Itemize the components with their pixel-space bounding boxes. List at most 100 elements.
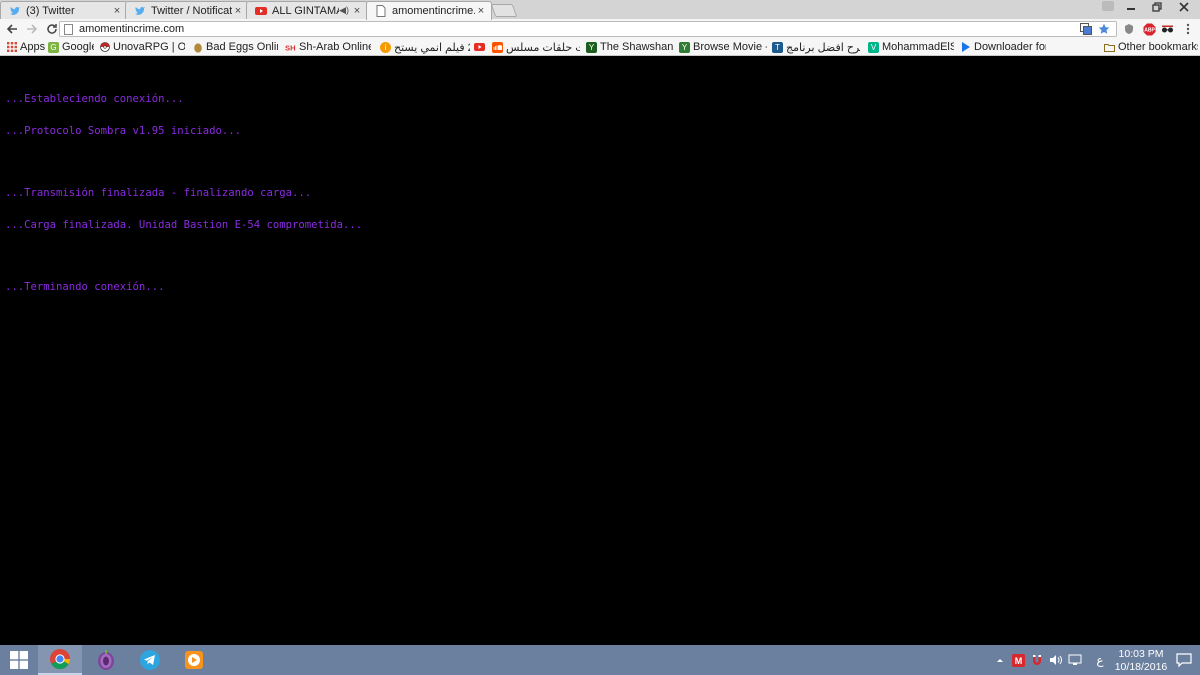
svg-text:SH: SH (285, 43, 296, 52)
soundcloud-icon (492, 41, 503, 53)
bookmark-star-icon[interactable] (1098, 23, 1110, 35)
tray-mega[interactable]: M (1010, 645, 1026, 675)
svg-text:M: M (1014, 656, 1022, 666)
tag-blue-icon: T (772, 41, 783, 53)
bookmark-youtube[interactable] (474, 40, 488, 54)
twitter-bird-icon (134, 5, 146, 17)
magnet-icon (1033, 654, 1041, 665)
clock-date: 10/18/2016 (1114, 661, 1168, 673)
bookmark-label: Browse Movie - Y (693, 41, 767, 53)
back-button[interactable] (3, 20, 21, 38)
maximize-button[interactable] (1144, 0, 1170, 14)
action-center-button[interactable] (1176, 652, 1192, 668)
play-arrow-icon (960, 42, 971, 53)
bookmark-label: Sh-Arab Online M (299, 41, 371, 53)
bookmark-downloader[interactable]: Downloader for S (960, 40, 1046, 54)
forward-button[interactable] (23, 20, 41, 38)
tab-close-button[interactable]: × (232, 5, 244, 17)
bookmark-torrent-series[interactable]: تورنت حلقات مسلس (492, 40, 580, 54)
pokeball-icon (99, 42, 110, 53)
bookmark-anime-films[interactable]: i 22 فيلم انمي يستح (380, 40, 470, 54)
tab-twitter-home[interactable]: (3) Twitter × (0, 1, 128, 19)
user-profile-icon[interactable] (1102, 1, 1114, 11)
bookmark-label: Apps (20, 41, 46, 53)
google-icon: G (48, 41, 59, 53)
input-language-indicator[interactable]: ع (1092, 645, 1108, 675)
taskbar-media-player[interactable] (172, 645, 216, 675)
bookmark-bad-eggs[interactable]: Bad Eggs Online (192, 40, 278, 54)
minimize-icon (1127, 8, 1135, 10)
tray-volume[interactable] (1047, 645, 1063, 675)
terminal-line: ...Transmisión finalizada - finalizando … (5, 187, 312, 199)
show-hidden-icons-button[interactable] (994, 645, 1006, 675)
bookmark-label: تورنت حلقات مسلس (506, 41, 580, 54)
reload-icon (47, 24, 57, 34)
svg-text:ABP: ABP (1144, 27, 1155, 33)
sh-logo-icon: SH (285, 42, 296, 53)
taskbar-telegram[interactable] (128, 645, 172, 675)
terminal-line: ...Terminando conexión... (5, 281, 165, 293)
bookmark-unovarpg[interactable]: UnovaRPG | Onlin (99, 40, 185, 54)
telegram-icon (140, 650, 160, 670)
url-text[interactable]: amomentincrime.com (79, 23, 184, 35)
bookmark-label: Other bookmarks (1118, 41, 1198, 53)
bookmark-best-program[interactable]: T شرح افضل برنامج (772, 40, 860, 54)
tab-title: (3) Twitter (26, 4, 75, 17)
taskbar-tor[interactable] (84, 645, 128, 675)
incognito-glasses-icon[interactable] (1160, 22, 1174, 36)
forward-arrow-icon (27, 24, 38, 34)
network-monitor-icon (1068, 654, 1082, 665)
tray-magnet[interactable] (1029, 645, 1045, 675)
speaker-icon[interactable]: ◀) (339, 5, 349, 16)
new-tab-button[interactable] (490, 4, 518, 17)
yts-icon: Y (679, 41, 690, 53)
tab-close-button[interactable]: × (111, 5, 123, 17)
tab-amomentincrime[interactable]: amomentincrime.cc × (366, 1, 492, 20)
extension-shield-icon[interactable] (1122, 22, 1136, 36)
tab-twitter-notifications[interactable]: Twitter / Notificatio × (125, 1, 249, 19)
folder-icon (1104, 42, 1115, 53)
mega-icon: M (1011, 653, 1025, 667)
youtube-icon (255, 5, 267, 17)
bookmark-label: The Shawshank R (600, 41, 674, 53)
bookmark-mohammad[interactable]: V MohammadElSaf (868, 40, 954, 54)
back-arrow-icon (6, 24, 17, 34)
restore-icon (1152, 2, 1162, 12)
page-content: ...Estableciendo conexión... ...Protocol… (0, 56, 1200, 645)
bookmark-other[interactable]: Other bookmarks (1104, 40, 1198, 54)
youtube-icon (474, 42, 485, 53)
chrome-menu-icon[interactable] (1181, 22, 1195, 36)
twitter-bird-icon (9, 5, 21, 17)
tray-network[interactable] (1066, 645, 1084, 675)
tab-title: amomentincrime.cc (392, 5, 475, 17)
egg-icon (192, 42, 203, 53)
bookmark-google[interactable]: G Google (48, 40, 94, 54)
bookmark-shawshank[interactable]: Y The Shawshank R (586, 40, 674, 54)
tab-title: Twitter / Notificatio (151, 4, 232, 17)
tab-close-button[interactable]: × (475, 5, 487, 17)
page-info-icon[interactable] (64, 23, 73, 35)
close-window-button[interactable] (1170, 0, 1198, 14)
translate-icon[interactable] (1080, 23, 1092, 35)
chevron-up-icon (997, 659, 1003, 662)
adblock-icon[interactable]: ABP (1142, 22, 1156, 36)
system-clock[interactable]: 10:03 PM 10/18/2016 (1110, 648, 1172, 674)
terminal-line: ...Protocolo Sombra v1.95 iniciado... (5, 124, 241, 137)
terminal-output: ...Estableciendo conexión... ...Protocol… (5, 73, 362, 314)
bookmark-sh-arab[interactable]: SH Sh-Arab Online M (285, 40, 371, 54)
bookmark-label: Google (62, 41, 94, 53)
notification-icon (1176, 653, 1192, 668)
tab-close-button[interactable]: × (351, 5, 363, 17)
speaker-icon (1049, 655, 1062, 665)
imdb-green-icon: Y (586, 41, 597, 53)
address-bar[interactable]: amomentincrime.com (59, 21, 1117, 37)
tor-onion-icon (98, 650, 114, 670)
bookmark-browse-movie[interactable]: Y Browse Movie - Y (679, 40, 767, 54)
bookmark-apps[interactable]: Apps (6, 40, 46, 54)
start-button[interactable] (0, 645, 38, 675)
minimize-button[interactable] (1118, 0, 1144, 14)
tab-youtube-gintama[interactable]: ALL GINTAMA OF ◀) × (246, 1, 368, 19)
taskbar-chrome[interactable] (38, 645, 82, 675)
close-icon (1179, 2, 1189, 12)
terminal-line: ...Carga finalizada. Unidad Bastion E-54… (5, 218, 363, 231)
